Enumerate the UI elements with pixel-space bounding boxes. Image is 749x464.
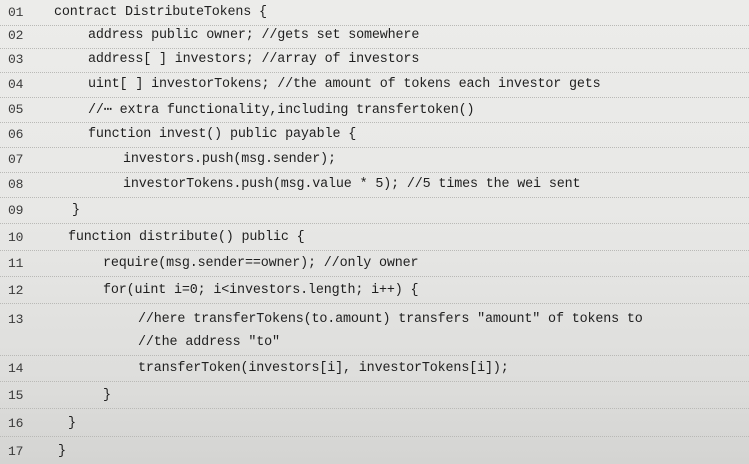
line-code: function distribute() public { — [68, 230, 305, 245]
line-number: 02 — [8, 28, 24, 43]
line-number: 05 — [8, 102, 24, 117]
code-line: 15 } — [0, 383, 749, 409]
line-number: 06 — [8, 127, 24, 142]
code-line: 05 //⋯ extra functionality,including tra… — [0, 97, 749, 123]
line-code: } — [72, 203, 80, 218]
line-number: 12 — [8, 283, 24, 298]
code-line: 13 //here transferTokens(to.amount) tran… — [0, 306, 749, 332]
line-code: } — [68, 416, 76, 431]
line-number: 03 — [8, 52, 24, 67]
code-line: 16 } — [0, 411, 749, 437]
code-line: 04 uint[ ] investorTokens; //the amount … — [0, 72, 749, 98]
line-code: require(msg.sender==owner); //only owner — [103, 256, 419, 271]
line-number: 08 — [8, 177, 24, 192]
line-number: 11 — [8, 256, 24, 271]
line-code: //here transferTokens(to.amount) transfe… — [138, 311, 643, 327]
line-number: 14 — [8, 361, 24, 376]
code-line: 07 investors.push(msg.sender); — [0, 147, 749, 173]
line-code: //⋯ extra functionality,including transf… — [88, 102, 475, 118]
code-listing: 01 contract DistributeTokens { 02 addres… — [0, 0, 749, 464]
code-line: 11 require(msg.sender==owner); //only ow… — [0, 251, 749, 277]
line-code: function invest() public payable { — [88, 127, 357, 142]
code-line: 08 investorTokens.push(msg.value * 5); /… — [0, 172, 749, 198]
line-code: address[ ] investors; //array of investo… — [88, 52, 420, 67]
line-code: address public owner; //gets set somewhe… — [88, 28, 420, 43]
line-number: 17 — [8, 443, 24, 459]
line-number: 01 — [8, 5, 24, 20]
line-code: contract DistributeTokens { — [54, 5, 267, 20]
line-code: for(uint i=0; i<investors.length; i++) { — [103, 283, 419, 298]
code-line: 06 function invest() public payable { — [0, 122, 749, 148]
line-code: investorTokens.push(msg.value * 5); //5 … — [123, 177, 581, 192]
line-number: 07 — [8, 152, 24, 167]
line-number: 10 — [8, 230, 24, 245]
line-code: transferToken(investors[i], investorToke… — [138, 361, 509, 376]
code-line: 09 } — [0, 198, 749, 224]
line-code: } — [58, 443, 66, 459]
code-line: 02 address public owner; //gets set some… — [0, 23, 749, 49]
code-line: 12 for(uint i=0; i<investors.length; i++… — [0, 278, 749, 304]
line-number: 09 — [8, 203, 24, 218]
code-line: 10 function distribute() public { — [0, 225, 749, 251]
code-line: 03 address[ ] investors; //array of inve… — [0, 47, 749, 73]
line-number: 13 — [8, 311, 24, 327]
line-code: //the address "to" — [138, 335, 280, 350]
line-number: 04 — [8, 77, 24, 92]
line-code: investors.push(msg.sender); — [123, 152, 336, 167]
line-code: uint[ ] investorTokens; //the amount of … — [88, 77, 601, 92]
code-line: 17 } — [0, 438, 749, 464]
code-line: 14 transferToken(investors[i], investorT… — [0, 356, 749, 382]
line-number: 16 — [8, 416, 24, 431]
code-line: //the address "to" — [0, 330, 749, 356]
line-number: 15 — [8, 388, 24, 403]
line-code: } — [103, 388, 111, 403]
